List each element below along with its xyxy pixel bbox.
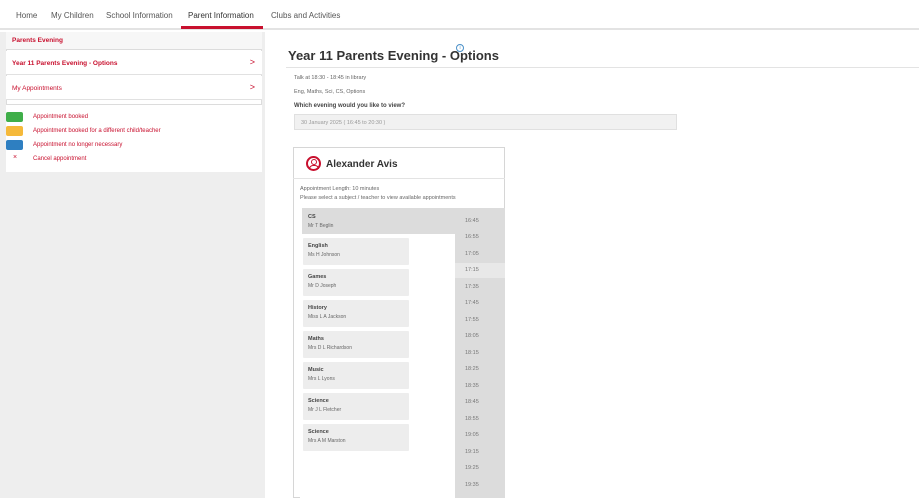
time-slot-label: 18:55 bbox=[465, 416, 479, 422]
time-slot[interactable]: 17:45 bbox=[455, 296, 505, 311]
time-slot[interactable]: 17:15 bbox=[455, 263, 505, 278]
active-tab-indicator bbox=[181, 26, 263, 29]
title-divider bbox=[286, 67, 919, 68]
time-slot[interactable]: 18:05 bbox=[455, 329, 505, 344]
page-title: Year 11 Parents Evening - Options bbox=[288, 48, 499, 63]
subject-name: Science bbox=[308, 398, 329, 404]
teacher-name: Mr D Joseph bbox=[308, 283, 337, 289]
time-slot-label: 19:05 bbox=[465, 432, 479, 438]
time-slot[interactable]: 19:25 bbox=[455, 461, 505, 476]
tab-parent-information[interactable]: Parent Information bbox=[188, 11, 254, 20]
sidebar-item-year-11-parents-evening[interactable]: Year 11 Parents Evening - Options > bbox=[6, 51, 262, 75]
time-slot-label: 18:35 bbox=[465, 383, 479, 389]
time-slot-label: 17:35 bbox=[465, 284, 479, 290]
time-slot-label: 17:15 bbox=[465, 267, 479, 273]
subject-item-cs[interactable]: CS Mr T Beglin bbox=[303, 209, 409, 236]
teacher-name: Miss L A Jackson bbox=[308, 314, 347, 320]
evening-select[interactable]: 30 January 2025 ( 16:45 to 20:30 ) bbox=[294, 114, 677, 130]
time-slot[interactable]: 19:15 bbox=[455, 445, 505, 460]
time-slot[interactable]: 17:35 bbox=[455, 280, 505, 295]
tab-clubs-and-activities[interactable]: Clubs and Activities bbox=[271, 11, 340, 20]
time-slot-label: 18:45 bbox=[465, 399, 479, 405]
time-slot-label: 17:55 bbox=[465, 317, 479, 323]
teacher-name: Mrs D L Richardson bbox=[308, 345, 352, 351]
subject-name: Games bbox=[308, 274, 327, 280]
teacher-name: Mr J L Fletcher bbox=[308, 407, 342, 413]
time-slot-label: 16:45 bbox=[465, 218, 479, 224]
legend-label: Cancel appointment bbox=[33, 156, 87, 162]
subject-item-science-marston[interactable]: Science Mrs A M Marston bbox=[303, 424, 409, 451]
subject-item-games[interactable]: Games Mr D Joseph bbox=[303, 269, 409, 296]
student-name: Alexander Avis bbox=[326, 159, 398, 170]
sidebar-item-label: My Appointments bbox=[12, 85, 62, 92]
sidebar-item-my-appointments[interactable]: My Appointments > bbox=[6, 76, 262, 100]
time-slot-label: 17:45 bbox=[465, 300, 479, 306]
subject-name: Maths bbox=[308, 336, 324, 342]
time-slot-label: 19:25 bbox=[465, 465, 479, 471]
time-slot-label: 16:55 bbox=[465, 234, 479, 240]
time-slot[interactable]: 19:05 bbox=[455, 428, 505, 443]
info-icon[interactable]: i bbox=[456, 44, 464, 52]
time-slot[interactable]: 19:35 bbox=[455, 478, 505, 493]
evening-subjects-text: Eng, Maths, Sci, CS, Options bbox=[294, 89, 366, 95]
sidebar-header: Parents Evening bbox=[6, 32, 262, 50]
time-slot[interactable]: 18:45 bbox=[455, 395, 505, 410]
subject-item-history[interactable]: History Miss L A Jackson bbox=[303, 300, 409, 327]
time-slot[interactable]: 18:55 bbox=[455, 412, 505, 427]
time-slot[interactable]: 18:15 bbox=[455, 346, 505, 361]
time-slot[interactable]: 17:55 bbox=[455, 313, 505, 328]
user-icon bbox=[306, 156, 321, 171]
time-slot-label: 19:15 bbox=[465, 449, 479, 455]
top-navigation: Home My Children School Information Pare… bbox=[0, 0, 919, 30]
tab-my-children[interactable]: My Children bbox=[51, 11, 94, 20]
subject-item-science-fletcher[interactable]: Science Mr J L Fletcher bbox=[303, 393, 409, 420]
selection-instruction: Please select a subject / teacher to vie… bbox=[300, 195, 456, 201]
blue-swatch-icon bbox=[6, 140, 23, 150]
time-slot[interactable]: 18:25 bbox=[455, 362, 505, 377]
tab-home[interactable]: Home bbox=[16, 11, 37, 20]
time-slot-label: 18:25 bbox=[465, 366, 479, 372]
sidebar-header-label: Parents Evening bbox=[12, 37, 63, 44]
subject-name: English bbox=[308, 243, 328, 249]
sidebar-item-label: Year 11 Parents Evening - Options bbox=[12, 60, 118, 67]
legend-label: Appointment booked bbox=[33, 114, 89, 120]
student-card-header bbox=[293, 147, 505, 179]
evening-question: Which evening would you like to view? bbox=[294, 103, 406, 109]
time-slot-label: 17:05 bbox=[465, 251, 479, 257]
subject-item-music[interactable]: Music Mrs L Lyons bbox=[303, 362, 409, 389]
green-swatch-icon bbox=[6, 112, 23, 122]
chevron-right-icon: > bbox=[249, 82, 255, 92]
time-slot[interactable]: 16:55 bbox=[455, 230, 505, 245]
legend-label: Appointment booked for a different child… bbox=[33, 128, 161, 134]
time-slot[interactable]: 17:05 bbox=[455, 247, 505, 262]
tab-school-information[interactable]: School Information bbox=[106, 11, 173, 20]
subject-item-maths[interactable]: Maths Mrs D L Richardson bbox=[303, 331, 409, 358]
time-slot-label: 18:05 bbox=[465, 333, 479, 339]
legend-label: Appointment no longer necessary bbox=[33, 142, 123, 148]
teacher-name: Ms H Johnson bbox=[308, 252, 340, 258]
time-slot[interactable]: 18:35 bbox=[455, 379, 505, 394]
close-icon: × bbox=[13, 154, 18, 161]
evening-select-value: 30 January 2025 ( 16:45 to 20:30 ) bbox=[301, 120, 386, 126]
teacher-name: Mr T Beglin bbox=[308, 223, 334, 229]
appointment-length: Appointment Length: 10 minutes bbox=[300, 186, 380, 192]
time-slot[interactable]: 16:45 bbox=[455, 214, 505, 229]
teacher-name: Mrs A M Marston bbox=[308, 438, 346, 444]
chevron-right-icon: > bbox=[249, 57, 255, 67]
subject-item-english[interactable]: English Ms H Johnson bbox=[303, 238, 409, 265]
subject-name: Music bbox=[308, 367, 324, 373]
subject-name: History bbox=[308, 305, 327, 311]
time-slot-label: 19:35 bbox=[465, 482, 479, 488]
time-slot-label: 18:15 bbox=[465, 350, 479, 356]
subject-name: Science bbox=[308, 429, 329, 435]
teacher-name: Mrs L Lyons bbox=[308, 376, 335, 382]
subject-name: CS bbox=[308, 214, 316, 220]
evening-location-text: Talk at 18:30 - 18:45 in library bbox=[294, 75, 367, 81]
orange-swatch-icon bbox=[6, 126, 23, 136]
